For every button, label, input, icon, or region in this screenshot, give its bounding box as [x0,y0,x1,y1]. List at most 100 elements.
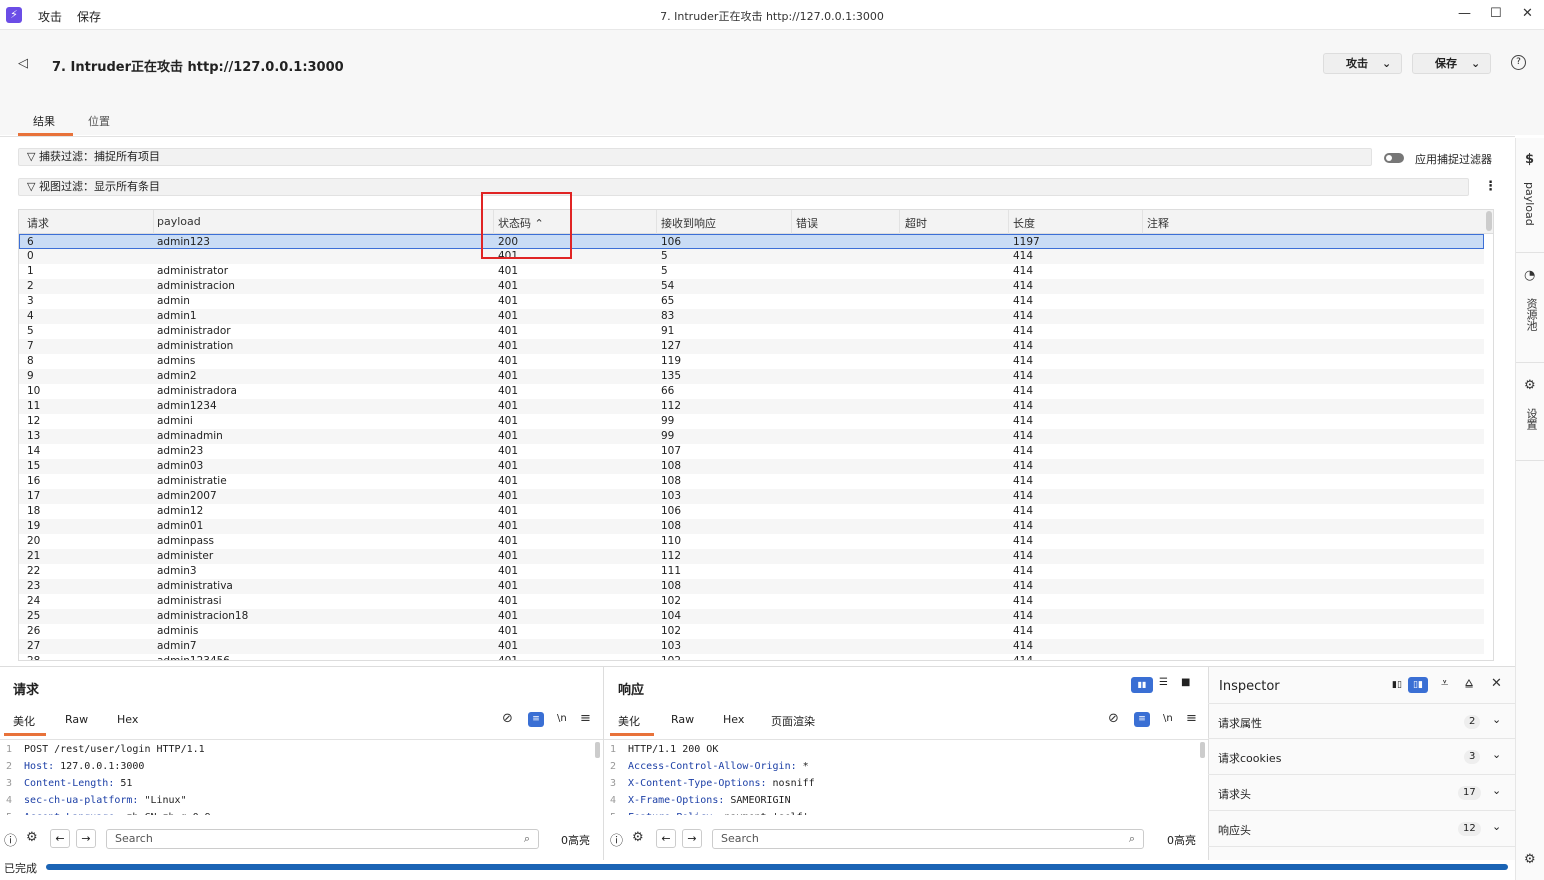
request-editor[interactable]: 1 POST /rest/user/login HTTP/1.1 2 Host: … [6,741,596,815]
sidebar-payload[interactable]: payload [1523,182,1536,226]
hide-icon[interactable]: ⊘ [1108,711,1119,726]
close-inspector-icon[interactable]: ✕ [1491,676,1502,691]
col-comment[interactable]: 注释 [1147,215,1169,231]
tab-positions[interactable]: 位置 [88,113,110,129]
table-row[interactable]: 15 admin03 401 108 414 [19,459,1484,474]
menu-icon[interactable]: ≡ [580,711,591,726]
sidebar-settings[interactable]: 设置 [1523,408,1539,430]
inspector-row-response-headers[interactable]: 响应头 12 ⌄ [1208,811,1515,847]
table-row[interactable]: 10 administradora 401 66 414 [19,384,1484,399]
table-row[interactable]: 6 admin123 200 106 1197 [19,234,1484,249]
single-view-icon[interactable]: ■ [1181,677,1190,688]
settings-icon[interactable]: ⚙ [26,830,38,845]
next-icon[interactable]: → [76,829,96,848]
response-scrollbar[interactable] [1200,742,1205,758]
split-vertical-icon[interactable]: ☰ [1159,677,1168,688]
table-row[interactable]: 0 401 5 414 [19,249,1484,264]
table-row[interactable]: 2 administracion 401 54 414 [19,279,1484,294]
resource-pool-icon[interactable]: ◔ [1524,268,1535,283]
table-row[interactable]: 25 administracion18 401 104 414 [19,609,1484,624]
prev-icon[interactable]: ← [656,829,676,848]
more-options-icon[interactable]: ⋮ [1484,179,1497,194]
table-row[interactable]: 28 admin123456 401 102 414 [19,654,1484,660]
table-row[interactable]: 7 administration 401 127 414 [19,339,1484,354]
table-row[interactable]: 21 administer 401 112 414 [19,549,1484,564]
table-row[interactable]: 23 administrativa 401 108 414 [19,579,1484,594]
help-icon[interactable]: ⓘ [4,830,17,849]
request-search-input[interactable]: Search ⌕ [106,829,539,849]
sidebar-resource-pool[interactable]: 资源池 [1523,298,1539,331]
request-tab-raw[interactable]: Raw [65,713,88,726]
wrap-lines-icon[interactable]: ≡ [1134,712,1150,727]
table-row[interactable]: 9 admin2 401 135 414 [19,369,1484,384]
inspector-row-request-attributes[interactable]: 请求属性 2 ⌄ [1208,703,1515,739]
response-tab-render[interactable]: 页面渲染 [771,713,815,729]
settings-icon[interactable]: ⚙ [632,830,644,845]
attack-button[interactable]: 攻击 ⌄ [1323,53,1402,74]
response-editor[interactable]: 1 HTTP/1.1 200 OK 2 Access-Control-Allow-… [610,741,1200,815]
split-horizontal-icon[interactable]: ▮▮ [1131,677,1153,693]
back-icon[interactable]: ◁ [18,56,28,71]
minimize-icon[interactable]: — [1458,6,1471,21]
help-icon[interactable]: ? [1511,55,1526,70]
table-row[interactable]: 13 adminadmin 401 99 414 [19,429,1484,444]
col-request[interactable]: 请求 [27,215,49,231]
help-icon[interactable]: ⓘ [610,830,623,849]
table-row[interactable]: 22 admin3 401 111 414 [19,564,1484,579]
table-row[interactable]: 5 administrador 401 91 414 [19,324,1484,339]
table-row[interactable]: 8 admins 401 119 414 [19,354,1484,369]
response-search-input[interactable]: Search ⌕ [712,829,1144,849]
prev-icon[interactable]: ← [50,829,70,848]
save-button[interactable]: 保存 ⌄ [1412,53,1491,74]
newline-icon[interactable]: \n [1163,713,1173,724]
table-row[interactable]: 17 admin2007 401 103 414 [19,489,1484,504]
layout-left-icon[interactable]: ▮▯ [1387,677,1407,693]
maximize-icon[interactable]: ☐ [1490,6,1502,21]
inspector-row-request-headers[interactable]: 请求头 17 ⌄ [1208,775,1515,811]
table-row[interactable]: 12 admini 401 99 414 [19,414,1484,429]
col-response-received[interactable]: 接收到响应 [661,215,716,231]
table-row[interactable]: 1 administrator 401 5 414 [19,264,1484,279]
expand-all-icon[interactable]: ⩠ [1465,676,1473,691]
col-timeout[interactable]: 超时 [905,215,927,231]
table-row[interactable]: 4 admin1 401 83 414 [19,309,1484,324]
table-row[interactable]: 24 administrasi 401 102 414 [19,594,1484,609]
table-row[interactable]: 3 admin 401 65 414 [19,294,1484,309]
col-payload[interactable]: payload [157,215,201,228]
hide-icon[interactable]: ⊘ [502,711,513,726]
close-window-icon[interactable]: ✕ [1522,6,1533,21]
table-row[interactable]: 18 admin12 401 106 414 [19,504,1484,519]
col-error[interactable]: 错误 [796,215,818,231]
table-row[interactable]: 14 admin23 401 107 414 [19,444,1484,459]
request-panel: 请求 美化 Raw Hex ⊘ ≡ \n ≡ 1 POST /rest/user… [0,666,603,860]
request-tab-hex[interactable]: Hex [117,713,138,726]
table-row[interactable]: 26 adminis 401 102 414 [19,624,1484,639]
response-tab-hex[interactable]: Hex [723,713,744,726]
response-tab-pretty[interactable]: 美化 [618,713,640,729]
apply-capture-filter-toggle[interactable] [1384,153,1404,163]
capture-filter-bar[interactable]: ▽ 捕获过滤：捕捉所有项目 [18,148,1372,166]
table-row[interactable]: 11 admin1234 401 112 414 [19,399,1484,414]
menu-icon[interactable]: ≡ [1186,711,1197,726]
payload-icon[interactable]: $ [1525,152,1534,167]
response-tab-raw[interactable]: Raw [671,713,694,726]
col-length[interactable]: 长度 [1013,215,1035,231]
view-filter-bar[interactable]: ▽ 视图过滤：显示所有条目 [18,178,1469,196]
request-tab-pretty[interactable]: 美化 [13,713,35,729]
tab-results[interactable]: 结果 [33,113,55,129]
request-scrollbar[interactable] [595,742,600,758]
layout-right-icon[interactable]: ▯▮ [1408,677,1428,693]
table-row[interactable]: 27 admin7 401 103 414 [19,639,1484,654]
wrap-lines-icon[interactable]: ≡ [528,712,544,727]
newline-icon[interactable]: \n [557,713,567,724]
table-row[interactable]: 20 adminpass 401 110 414 [19,534,1484,549]
table-scrollbar[interactable] [1486,211,1492,231]
inspector-row-request-cookies[interactable]: 请求cookies 3 ⌄ [1208,739,1515,775]
table-row[interactable]: 19 admin01 401 108 414 [19,519,1484,534]
layout-switcher[interactable]: ▮▮ ☰ ■ [1131,677,1201,693]
collapse-all-icon[interactable]: ⩡ [1441,676,1448,691]
settings-icon[interactable]: ⚙ [1524,378,1536,393]
table-row[interactable]: 16 administratie 401 108 414 [19,474,1484,489]
global-settings-icon[interactable]: ⚙ [1524,852,1536,867]
next-icon[interactable]: → [682,829,702,848]
